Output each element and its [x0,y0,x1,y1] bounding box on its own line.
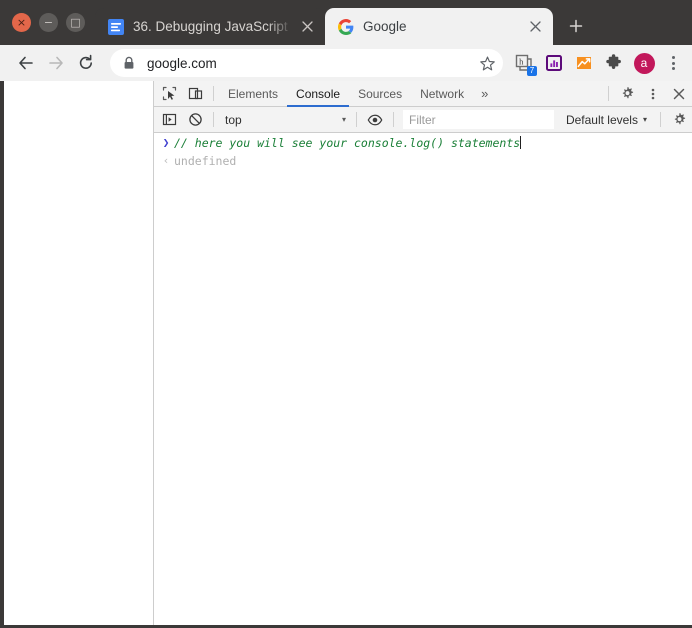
browser-tab-google[interactable]: Google [325,8,553,45]
analytics-extension-icon[interactable] [570,49,598,77]
kebab-dot [671,56,675,59]
console-log-levels-label: Default levels [565,112,638,127]
live-expressions-eye-icon[interactable] [362,108,388,132]
window-close-button[interactable]: × [12,13,31,32]
window-maximize-glyph: □ [70,16,81,29]
browser-menu-button[interactable] [660,49,686,77]
forward-button [41,48,71,78]
browser-toolbar: google.com h 7 a [0,45,692,81]
browser-tab-debugging-javascript[interactable]: 36. Debugging JavaScript [95,8,325,45]
devtools-tab-network[interactable]: Network [411,81,473,106]
slides-document-icon [107,18,124,35]
address-bar[interactable]: google.com [110,49,503,77]
device-toolbar-icon[interactable] [182,82,208,106]
chart-panel-extension-icon[interactable] [540,49,568,77]
devtools-close-icon[interactable] [666,82,692,106]
tab-strip: × − □ 36. Debugging JavaScript Google [0,0,692,45]
toolbar-divider [393,112,394,127]
chevron-down-icon: ▾ [642,115,647,124]
browser-tab-title: 36. Debugging JavaScript [133,19,288,34]
star-icon[interactable] [475,51,499,75]
clear-console-icon[interactable] [182,108,208,132]
text-cursor [520,136,522,149]
kebab-dot [671,67,675,70]
toolbar-divider [356,112,357,127]
console-context-selector[interactable]: top ▾ [219,110,351,130]
content-area: Elements Console Sources Network » top ▾… [0,81,692,628]
devtools-settings-gear-icon[interactable] [614,82,640,106]
tab-close-icon[interactable] [525,17,545,37]
console-result-arrow-icon: ‹ [162,154,170,167]
toolbar-divider [660,112,661,127]
devtools-tab-console[interactable]: Console [287,81,350,107]
google-g-icon [337,18,354,35]
web-page-viewport[interactable] [4,81,153,625]
tab-close-icon[interactable] [297,17,317,37]
console-input-line[interactable]: ❯ // here you will see your console.log(… [154,134,692,152]
reload-button[interactable] [71,48,101,78]
svg-text:h: h [519,56,524,66]
profile-avatar-button[interactable]: a [630,49,658,77]
tabs-area: 36. Debugging JavaScript Google [95,0,692,45]
avatar-initial: a [640,56,648,70]
toolbar-divider [608,86,609,101]
devtools-tab-elements[interactable]: Elements [219,81,287,106]
back-button[interactable] [11,48,41,78]
lock-icon [121,55,137,71]
console-settings-gear-icon[interactable] [666,108,692,132]
devtools-more-tabs-chevron-icon[interactable]: » [473,81,496,107]
console-log-levels-dropdown[interactable]: Default levels ▾ [558,113,655,127]
window-maximize-button[interactable]: □ [66,13,85,32]
console-input-text: // here you will see your console.log() … [174,136,522,150]
new-tab-button[interactable] [562,12,590,40]
puzzle-extensions-icon[interactable] [600,49,628,77]
extensions-area: h 7 a [510,49,688,77]
window-controls: × − □ [0,13,95,45]
window-minimize-glyph: − [43,16,54,29]
devtools-tabbar: Elements Console Sources Network » [154,81,692,107]
console-toolbar: top ▾ Default levels ▾ [154,107,692,133]
kebab-dot [671,61,675,65]
console-result-text: undefined [174,154,237,168]
devtools-more-kebab-icon[interactable] [640,82,666,106]
console-result-line: ‹ undefined [154,152,692,170]
browser-tab-title: Google [363,19,407,34]
chevron-down-icon: ▾ [341,115,346,124]
devtools-tab-sources[interactable]: Sources [349,81,411,106]
extension-badge-count: 7 [527,66,537,76]
toolbar-divider [213,112,214,127]
window-minimize-button[interactable]: − [39,13,58,32]
window-close-glyph: × [16,16,27,29]
address-bar-text: google.com [147,55,217,71]
avatar: a [633,52,655,74]
browser-window: × − □ 36. Debugging JavaScript Google go… [0,0,692,628]
devtools-panel: Elements Console Sources Network » top ▾… [154,81,692,625]
toolbar-divider [213,86,214,101]
console-filter-input[interactable] [403,110,554,129]
hubspot-extension-icon[interactable]: h 7 [510,49,538,77]
console-output[interactable]: ❯ // here you will see your console.log(… [154,133,692,625]
console-sidebar-icon[interactable] [156,108,182,132]
console-context-value: top [225,112,242,127]
inspect-element-icon[interactable] [156,82,182,106]
console-prompt-arrow-icon: ❯ [162,136,170,149]
